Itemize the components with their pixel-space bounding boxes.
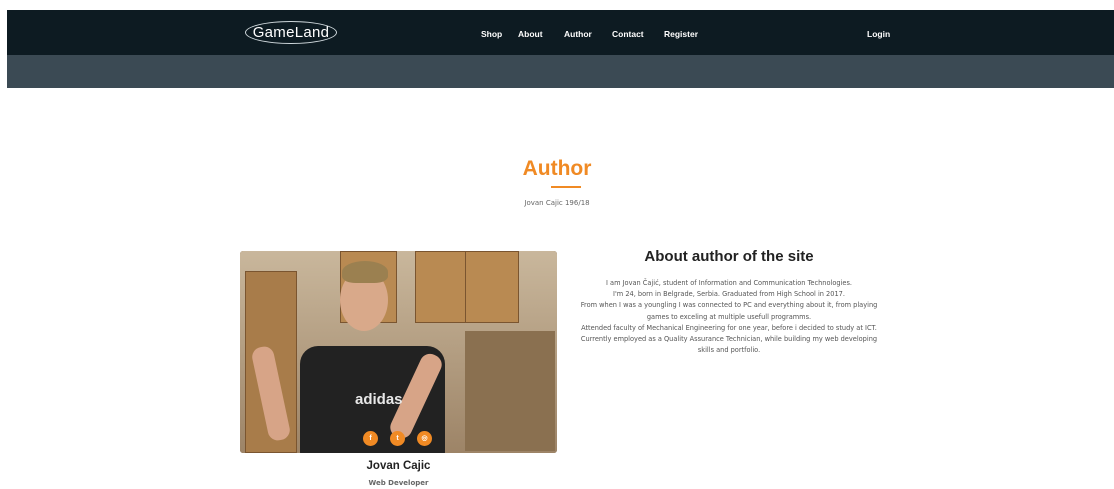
nav-about[interactable]: About [518,29,543,39]
page-subtitle: Jovan Cajic 196/18 [524,199,590,207]
author-photo: adidas [240,251,557,453]
facebook-icon[interactable]: f [363,431,378,446]
about-line: From when I was a youngling I was connec… [580,301,878,321]
about-line: Currently employed as a Quality Assuranc… [580,335,878,355]
about-text: I am Jovan Čajić, student of Information… [574,278,884,356]
nav-author[interactable]: Author [564,29,592,39]
header-subbar [7,55,1114,88]
twitter-icon[interactable]: t [390,431,405,446]
about-line: I am Jovan Čajić, student of Information… [606,279,852,287]
about-line: I'm 24, born in Belgrade, Serbia. Gradua… [613,290,845,299]
top-navbar: GameLand Shop About Author Contact Regis… [7,10,1114,55]
instagram-icon[interactable]: ◎ [417,431,432,446]
page-title: Author [522,157,592,180]
title-underline [551,186,581,188]
nav-shop[interactable]: Shop [481,29,502,39]
nav-register[interactable]: Register [664,29,698,39]
about-heading: About author of the site [644,248,814,265]
site-logo[interactable]: GameLand [245,21,337,44]
author-name: Jovan Cajic [366,460,431,472]
login-link[interactable]: Login [867,29,890,39]
about-line: Attended faculty of Mechanical Engineeri… [581,323,877,332]
nav-contact[interactable]: Contact [612,29,644,39]
shirt-print: adidas [355,391,403,408]
author-role: Web Developer [368,479,429,487]
